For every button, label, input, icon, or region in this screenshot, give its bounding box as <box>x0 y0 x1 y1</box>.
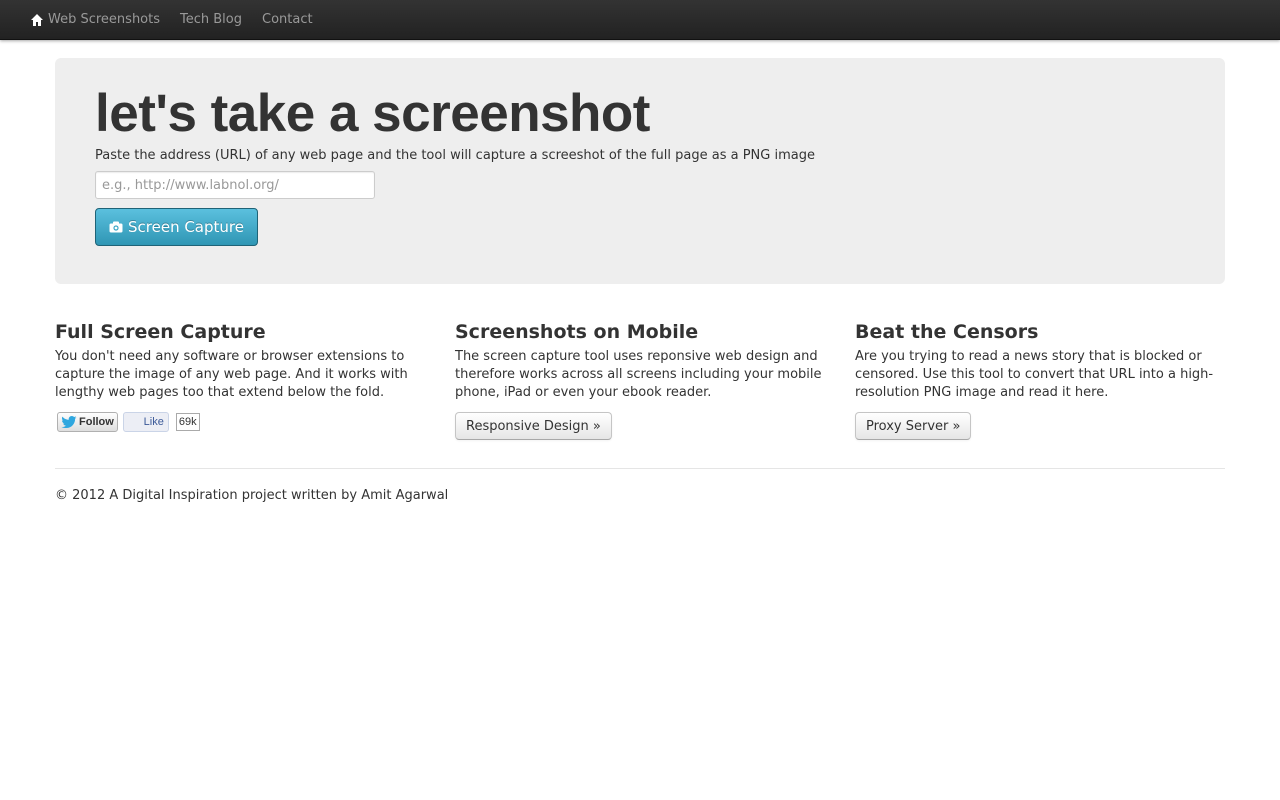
top-navbar: Web Screenshots Tech Blog Contact <box>0 0 1280 40</box>
feature-title: Beat the Censors <box>855 321 1039 343</box>
twitter-follow-button[interactable]: Follow <box>57 412 118 432</box>
twitter-icon <box>61 416 77 428</box>
camera-icon <box>109 221 123 233</box>
feature-title: Full Screen Capture <box>55 321 266 343</box>
feature-text: You don't need any software or browser e… <box>55 349 408 400</box>
facebook-like-button[interactable]: Like <box>122 412 169 432</box>
proxy-server-button[interactable]: Proxy Server » <box>855 412 972 440</box>
nav-item-contact[interactable]: Contact <box>252 0 323 40</box>
nav-item-label: Web Screenshots <box>48 12 161 27</box>
twitter-follow-label: Follow <box>79 416 114 428</box>
feature-text: Are you trying to read a news story that… <box>855 349 1214 400</box>
feature-beat-the-censors: Beat the Censors Are you trying to read … <box>855 318 1225 440</box>
nav-menu: Web Screenshots Tech Blog Contact <box>20 0 323 40</box>
hero-unit: let's take a screenshot Paste the addres… <box>55 58 1225 284</box>
home-icon <box>31 14 43 26</box>
hero-description: Paste the address (URL) of any web page … <box>95 148 815 163</box>
url-input[interactable] <box>95 171 375 199</box>
nav-item-web-screenshots[interactable]: Web Screenshots <box>20 0 170 40</box>
facebook-like-label: Like <box>143 416 164 428</box>
feature-title: Screenshots on Mobile <box>455 321 699 343</box>
social-buttons: Follow Like 69k <box>55 412 425 432</box>
responsive-design-button[interactable]: Responsive Design » <box>455 412 612 440</box>
screen-capture-button[interactable]: Screen Capture <box>95 208 258 246</box>
nav-item-tech-blog[interactable]: Tech Blog <box>170 0 252 40</box>
feature-screenshots-on-mobile: Screenshots on Mobile The screen capture… <box>455 318 825 440</box>
nav-item-label: Tech Blog <box>180 12 243 27</box>
footer-divider <box>55 468 1225 469</box>
screen-capture-label: Screen Capture <box>128 218 244 236</box>
footer-text: © 2012 A Digital Inspiration project wri… <box>55 488 449 503</box>
like-count-badge: 69k <box>175 413 200 431</box>
feature-full-screen-capture: Full Screen Capture You don't need any s… <box>55 318 425 432</box>
nav-item-label: Contact <box>262 12 313 27</box>
feature-text: The screen capture tool uses reponsive w… <box>455 349 822 400</box>
page-title: let's take a screenshot <box>95 84 650 143</box>
